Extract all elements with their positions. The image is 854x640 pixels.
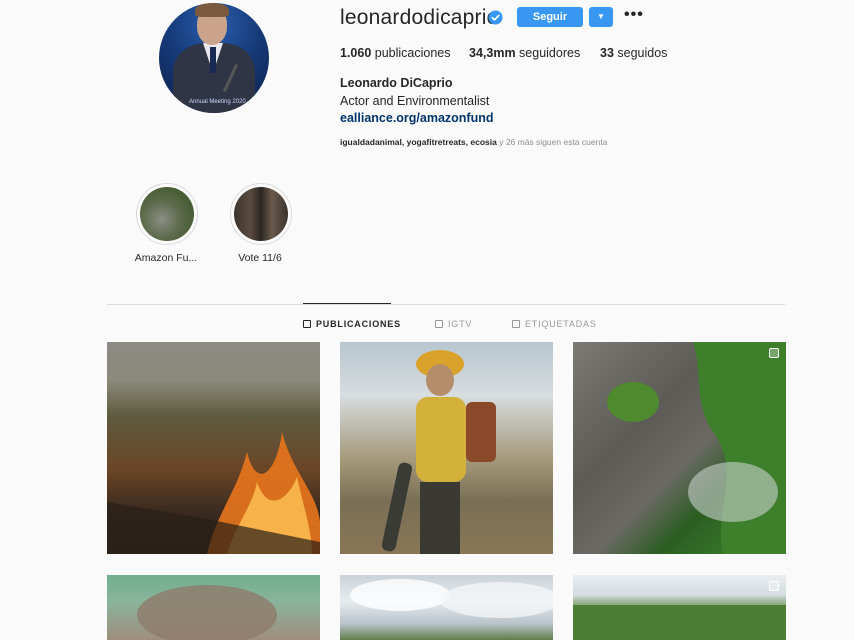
avatar-hair [195, 3, 229, 17]
tab-igtv-label: IGTV [448, 319, 473, 329]
followers-count[interactable]: 34,3mm seguidores [469, 46, 580, 60]
post-thumbnail[interactable] [573, 342, 786, 554]
followed-by-names: igualdadanimal, yogafitretreats, ecosia [340, 137, 497, 147]
profile-bio: Actor and Environmentalist [340, 94, 490, 108]
multiple-photos-icon [769, 348, 779, 358]
profile-username: leonardodicaprio [340, 6, 499, 29]
highlight-label: Vote 11/6 [238, 252, 282, 264]
post-thumbnail[interactable] [107, 342, 320, 554]
sky-landscape-image [350, 579, 553, 618]
post-thumbnail[interactable] [573, 575, 786, 640]
tab-tagged-label: ETIQUETADAS [525, 319, 597, 329]
grid-icon [303, 320, 311, 328]
following-count-number: 33 [600, 46, 614, 60]
tab-posts[interactable]: PUBLICACIONES [303, 319, 401, 329]
avatar-tie [210, 47, 216, 73]
followed-by-text[interactable]: igualdadanimal, yogafitretreats, ecosia … [340, 137, 607, 147]
tagged-icon [512, 320, 520, 328]
avatar-banner-text: Annual Meeting 2020 [189, 99, 246, 105]
followed-by-rest: y 26 más siguen esta cuenta [496, 137, 608, 147]
highlight-vote[interactable] [230, 183, 292, 245]
highlight-thumbnail [140, 187, 194, 241]
firefighter-image [381, 350, 496, 554]
aerial-forest-smoke-image [607, 342, 786, 554]
manatee-image [137, 585, 277, 640]
post-thumbnail[interactable] [340, 575, 553, 640]
following-count[interactable]: 33 seguidos [600, 46, 667, 60]
tab-posts-label: PUBLICACIONES [316, 319, 401, 329]
posts-count: 1.060 publicaciones [340, 46, 451, 60]
suggested-accounts-dropdown-button[interactable]: ▼ [589, 7, 613, 27]
profile-website-link[interactable]: ealliance.org/amazonfund [340, 111, 494, 125]
fire-image [107, 432, 320, 554]
followers-count-number: 34,3mm [469, 46, 516, 60]
posts-count-label: publicaciones [374, 46, 451, 60]
tabs-divider [107, 304, 785, 305]
highlight-label: Amazon Fu... [134, 252, 198, 264]
highlight-amazon-fund[interactable] [136, 183, 198, 245]
posts-count-number: 1.060 [340, 46, 372, 60]
post-thumbnail[interactable] [340, 342, 553, 554]
multiple-photos-icon [769, 581, 779, 591]
verified-badge-icon [488, 10, 503, 25]
rainforest-canopy-image [573, 605, 786, 640]
post-thumbnail[interactable] [107, 575, 320, 640]
profile-full-name: Leonardo DiCaprio [340, 76, 453, 90]
tab-igtv[interactable]: IGTV [435, 319, 472, 329]
follow-button[interactable]: Seguir [517, 7, 583, 27]
following-count-label: seguidos [617, 46, 668, 60]
active-tab-indicator [303, 303, 391, 304]
more-options-icon[interactable]: ••• [624, 6, 644, 24]
profile-avatar[interactable]: Annual Meeting 2020 [159, 3, 269, 113]
tab-tagged[interactable]: ETIQUETADAS [512, 319, 597, 329]
caret-down-icon: ▼ [597, 12, 605, 21]
igtv-icon [435, 320, 443, 328]
followers-count-label: seguidores [519, 46, 581, 60]
highlight-thumbnail [234, 187, 288, 241]
